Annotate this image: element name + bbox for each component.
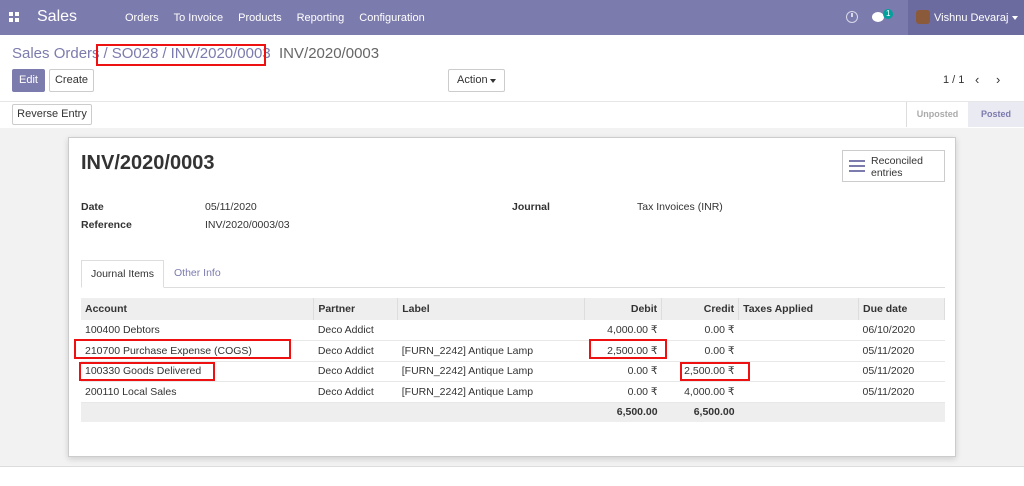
cell-taxes xyxy=(738,381,859,403)
user-menu[interactable]: Vishnu Devaraj xyxy=(908,0,1024,35)
cell-partner: Deco Addict xyxy=(313,320,398,341)
cell-label: [FURN_2242] Antique Lamp xyxy=(397,361,585,382)
journal-items-table: Account Partner Label Debit Credit Taxes… xyxy=(81,298,945,422)
create-button[interactable]: Create xyxy=(49,69,94,92)
page-title: INV/2020/0003 xyxy=(81,152,215,174)
menu-item-to-invoice[interactable]: To Invoice xyxy=(174,12,224,24)
activity-clock-icon[interactable] xyxy=(846,11,858,23)
cell-debit: 0.00 ₹ xyxy=(584,381,662,403)
column-header-account[interactable]: Account xyxy=(81,298,315,320)
cell-debit: 0.00 ₹ xyxy=(584,361,662,382)
menu-item-configuration[interactable]: Configuration xyxy=(359,12,424,24)
chevron-right-icon[interactable]: › xyxy=(996,73,1004,86)
column-header-label[interactable]: Label xyxy=(397,298,586,320)
stage-unposted: Unposted xyxy=(906,102,968,127)
reference-value: INV/2020/0003/03 xyxy=(205,219,290,231)
chevron-left-icon[interactable]: ‹ xyxy=(975,73,983,86)
chevron-down-icon xyxy=(490,79,496,83)
total-debit: 6,500.00 xyxy=(584,402,662,422)
reconciled-entries-label: Reconciled entries xyxy=(871,155,923,179)
status-bar: Reverse Entry Unposted Posted xyxy=(0,101,1024,127)
date-label: Date xyxy=(81,201,104,213)
stage-posted: Posted xyxy=(968,102,1024,127)
main-menu: Orders To Invoice Products Reporting Con… xyxy=(125,12,440,24)
cell-credit: 0.00 ₹ xyxy=(661,320,739,341)
cell-due-date: 05/11/2020 xyxy=(858,340,945,362)
cell-account: 200110 Local Sales xyxy=(81,381,314,403)
cell-due-date: 06/10/2020 xyxy=(858,320,945,341)
totals-row: 6,500.00 6,500.00 xyxy=(81,402,945,422)
cell-taxes xyxy=(738,361,859,382)
reconciled-entries-button[interactable]: Reconciled entries xyxy=(842,150,945,182)
cell-partner: Deco Addict xyxy=(313,361,398,382)
cell-partner: Deco Addict xyxy=(313,340,398,362)
highlight-box-breadcrumb xyxy=(96,44,266,66)
footer xyxy=(0,466,1024,486)
highlight-box-account-goods xyxy=(79,362,215,381)
date-value: 05/11/2020 xyxy=(205,201,257,213)
highlight-box-account-cogs xyxy=(74,339,291,359)
edit-button[interactable]: Edit xyxy=(12,69,45,92)
reference-label: Reference xyxy=(81,219,132,231)
column-header-debit[interactable]: Debit xyxy=(584,298,663,320)
cell-label xyxy=(397,320,585,341)
cell-label: [FURN_2242] Antique Lamp xyxy=(397,381,585,403)
journal-label: Journal xyxy=(512,201,550,213)
breadcrumb-current: INV/2020/0003 xyxy=(279,45,380,62)
tab-other-info[interactable]: Other Info xyxy=(165,260,230,288)
user-name: Vishnu Devaraj xyxy=(934,12,1009,24)
column-header-credit[interactable]: Credit xyxy=(661,298,740,320)
column-header-taxes[interactable]: Taxes Applied xyxy=(738,298,859,320)
action-dropdown[interactable]: Action xyxy=(448,69,505,92)
cell-due-date: 05/11/2020 xyxy=(858,361,945,382)
cell-credit: 4,000.00 ₹ xyxy=(661,381,739,403)
cell-credit: 0.00 ₹ xyxy=(661,340,739,362)
list-icon xyxy=(849,159,865,173)
reverse-entry-button[interactable]: Reverse Entry xyxy=(12,104,92,125)
notebook-tabs: Journal Items Other Info xyxy=(81,260,945,288)
highlight-box-debit xyxy=(589,339,667,359)
form-sheet: INV/2020/0003 Reconciled entries Date 05… xyxy=(68,137,956,457)
cell-due-date: 05/11/2020 xyxy=(858,381,945,403)
total-credit: 6,500.00 xyxy=(661,402,739,422)
cell-partner: Deco Addict xyxy=(313,381,398,403)
cell-taxes xyxy=(738,320,859,341)
chat-count-badge: 1 xyxy=(883,9,894,19)
journal-value[interactable]: Tax Invoices (INR) xyxy=(637,201,723,213)
avatar xyxy=(916,10,930,24)
column-header-due-date[interactable]: Due date xyxy=(858,298,945,320)
table-row[interactable]: 200110 Local Sales Deco Addict [FURN_224… xyxy=(81,381,945,403)
breadcrumb-item-sales-orders[interactable]: Sales Orders xyxy=(12,45,100,62)
cell-debit: 4,000.00 ₹ xyxy=(584,320,662,341)
column-header-partner[interactable]: Partner xyxy=(313,298,399,320)
menu-item-orders[interactable]: Orders xyxy=(125,12,159,24)
tab-journal-items[interactable]: Journal Items xyxy=(81,260,165,288)
menu-item-reporting[interactable]: Reporting xyxy=(297,12,345,24)
chevron-down-icon xyxy=(1012,16,1018,20)
pager-value[interactable]: 1 / 1 xyxy=(943,74,964,86)
table-header-row: Account Partner Label Debit Credit Taxes… xyxy=(81,298,945,320)
cell-taxes xyxy=(738,340,859,362)
top-navbar: Sales Orders To Invoice Products Reporti… xyxy=(0,0,1024,35)
menu-item-products[interactable]: Products xyxy=(238,12,281,24)
highlight-box-credit xyxy=(680,362,750,381)
action-label: Action xyxy=(457,74,488,86)
apps-menu-icon[interactable] xyxy=(9,12,19,22)
cell-label: [FURN_2242] Antique Lamp xyxy=(397,340,585,362)
cell-account: 100400 Debtors xyxy=(81,320,314,341)
app-name[interactable]: Sales xyxy=(37,8,77,26)
table-row[interactable]: 100400 Debtors Deco Addict 4,000.00 ₹ 0.… xyxy=(81,320,945,341)
